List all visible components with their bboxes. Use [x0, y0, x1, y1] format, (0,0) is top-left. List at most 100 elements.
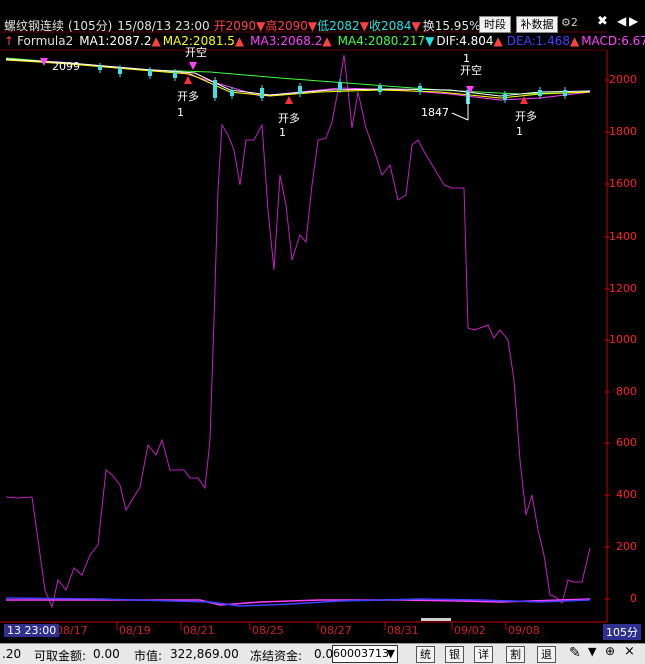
chevron-down-icon: ▼ — [386, 647, 395, 660]
chart-window: 2099 1847 开空 开多 1 开多 1 开空 1 开多 1 螺纹钢连续 (105分) 15/08/… — [0, 0, 645, 664]
arrow-down-icon[interactable]: ▼ — [588, 645, 596, 658]
y-tick-label: 2000 — [609, 73, 637, 86]
down-arrow-icon: ▼ — [256, 19, 266, 33]
symbol-title: 螺纹钢连续 — [4, 19, 65, 33]
pin-icon[interactable]: ⊕ — [605, 644, 615, 658]
price-chart: 20991847开空开多1 开多1开空1开多1 — [0, 31, 610, 630]
candle-body — [118, 68, 122, 74]
exit-button[interactable]: 退 — [537, 646, 556, 663]
available-funds-label: 可取金额: — [34, 649, 87, 663]
high-value: 高2090 — [265, 19, 308, 33]
collapse-icon[interactable]: ▶ — [629, 14, 638, 28]
macd-value: MACD:6.67 — [581, 34, 645, 48]
ma3-value: MA3:2068.2 — [250, 34, 323, 48]
open-value: 开2090 — [213, 19, 257, 33]
x-tick-label: 09/08 — [508, 624, 540, 637]
signal-label: 开多 — [177, 89, 199, 103]
account-code-select[interactable]: 60003713 ▼ — [332, 645, 398, 663]
candle-body — [563, 90, 567, 96]
pen-icon[interactable]: ✎ — [569, 645, 581, 661]
up-arrow-icon: ▲ — [234, 34, 245, 48]
x-start-label: 13 23:00 — [4, 624, 60, 637]
candle-body — [538, 90, 542, 96]
y-tick-label: 1200 — [609, 282, 637, 295]
x-tick-label: 08/25 — [252, 624, 284, 637]
formula-arrow-icon: ↑ — [4, 34, 15, 48]
high-price-label: 2099 — [52, 60, 80, 73]
up-arrow-icon: ▲ — [151, 34, 161, 48]
y-tick-label: 200 — [616, 540, 637, 553]
time-segment-button[interactable]: 时段 — [479, 16, 511, 33]
candle-body — [213, 80, 217, 98]
summary-button[interactable]: 统 — [416, 646, 435, 663]
candle-body — [378, 86, 382, 92]
y-tick-label: 1400 — [609, 230, 637, 243]
down-arrow-icon: ▼ — [425, 34, 435, 48]
candle-body — [418, 86, 422, 92]
candle-body — [298, 86, 302, 94]
header-bar: 螺纹钢连续 (105分) 15/08/13 23:00 开2090▼高2090▼低20… — [4, 17, 504, 34]
close-icon[interactable]: ✖ — [597, 14, 608, 29]
status-left-value: .20 — [2, 647, 22, 661]
ma2-value: MA2:2081.5 — [162, 34, 235, 48]
indicator-line — [5, 54, 591, 609]
settings-icon[interactable]: ⚙2 — [561, 16, 578, 29]
x-tick-label: 09/02 — [454, 624, 486, 637]
x-tick-label: 08/31 — [387, 624, 419, 637]
close-value: 收2084 — [368, 19, 412, 33]
horizontal-scroll-thumb[interactable] — [421, 618, 451, 621]
frozen-funds-label: 冻结资金: — [250, 649, 303, 663]
down-arrow-icon: ▼ — [359, 19, 369, 33]
account-code-text: 60003713 — [333, 647, 389, 660]
detail-button[interactable]: 详 — [474, 646, 493, 663]
datetime-label: 15/08/13 23:00 — [117, 19, 210, 33]
buy-signal-marker — [520, 96, 528, 104]
close-icon[interactable]: × — [624, 644, 635, 659]
candle-body — [338, 82, 342, 90]
down-arrow-icon: ▼ — [307, 19, 318, 33]
dif-value: DIF:4.804 — [436, 34, 494, 48]
formula-name: Formula2 — [17, 34, 74, 48]
candle-body — [148, 70, 152, 76]
signal-label: 开空 — [460, 63, 482, 77]
buy-signal-marker — [285, 96, 293, 104]
period-label: (105分) — [68, 19, 113, 33]
indicator-bar: ↑ Formula2 MA1:2087.2▲ MA2:2081.5▲ MA3:2068.… — [4, 34, 645, 48]
split-button[interactable]: 割 — [506, 646, 525, 663]
frozen-funds-value: 0.0 — [314, 647, 334, 661]
x-tick-label: 08/21 — [183, 624, 215, 637]
market-value-label: 市值: — [134, 649, 163, 663]
signal-count: 1 — [177, 106, 184, 119]
candle-body — [503, 94, 507, 100]
low-pointer — [451, 112, 469, 121]
status-bar: .20 可取金额: 0.00 市值: 322,869.00 冻结资金: 0.0 … — [0, 643, 645, 664]
up-arrow-icon: ▲ — [569, 34, 580, 48]
x-tick-label: 08/19 — [119, 624, 151, 637]
up-arrow-icon: ▲ — [322, 34, 332, 48]
candle-body — [173, 72, 177, 78]
x-tick-label: 08/17 — [56, 624, 88, 637]
turnover-value: 换15.95% — [422, 19, 481, 33]
dea-value: DEA:1.468 — [506, 34, 570, 48]
signal-label: 开多 — [278, 111, 300, 125]
y-tick-label: 800 — [616, 385, 637, 398]
candle-body — [230, 90, 234, 96]
y-tick-label: 1000 — [609, 333, 637, 346]
available-funds-value: 0.00 — [93, 647, 120, 661]
signal-count: 1 — [516, 125, 523, 138]
y-tick-label: 0 — [630, 592, 637, 605]
signal-label: 开多 — [515, 109, 537, 123]
period-indicator: 105分 — [603, 624, 641, 640]
supplement-data-button[interactable]: 补数据 — [516, 16, 558, 33]
low-value: 低2082 — [317, 19, 360, 33]
x-tick-label: 08/27 — [320, 624, 352, 637]
y-tick-label: 1800 — [609, 125, 637, 138]
candle-body — [260, 88, 264, 98]
low-price-label: 1847 — [421, 106, 449, 119]
up-arrow-icon: ▲ — [493, 34, 503, 48]
ma1-value: MA1:2087.2 — [79, 34, 152, 48]
bank-button[interactable]: 银 — [445, 646, 464, 663]
expand-icon[interactable]: ◀ — [617, 14, 626, 28]
y-tick-label: 600 — [616, 436, 637, 449]
sell-signal-marker — [189, 62, 197, 70]
